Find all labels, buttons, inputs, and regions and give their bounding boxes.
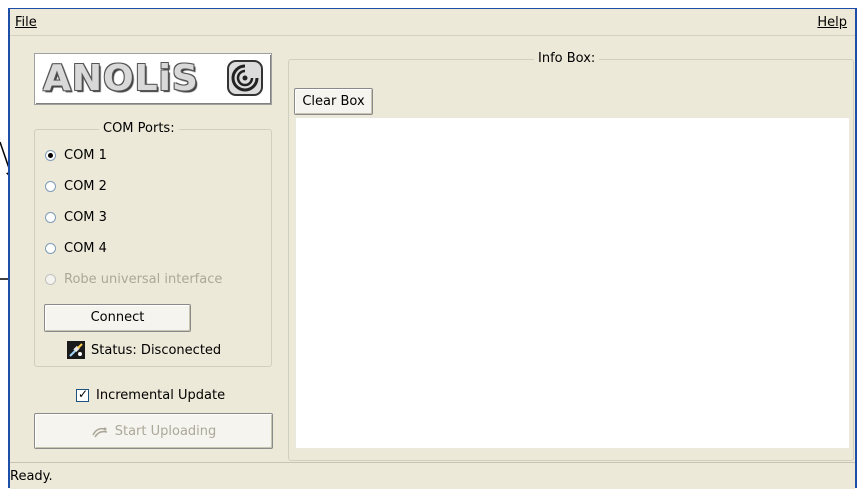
logo-text: ANOLiS — [43, 58, 199, 99]
radio-label: COM 1 — [64, 147, 107, 163]
radio-button — [45, 273, 56, 285]
menu-help[interactable]: Help — [817, 15, 847, 30]
start-uploading-button: Start Uploading — [34, 413, 273, 449]
radio-com2[interactable]: COM 2 — [45, 177, 107, 195]
radio-label: COM 2 — [64, 178, 107, 194]
left-panel: ANOLiS COM Ports: COM 1 COM 2 COM 3 COM … — [10, 41, 277, 456]
radio-button[interactable] — [45, 242, 56, 254]
status-bar-text: Ready. — [10, 469, 53, 484]
checkbox[interactable]: ✓ — [76, 386, 89, 402]
info-box-group: Info Box: Clear Box — [288, 51, 854, 461]
incremental-update-checkbox[interactable]: ✓ Incremental Update — [76, 386, 225, 404]
radio-button[interactable] — [45, 211, 56, 223]
app-window: File Help ANOLiS COM Ports: COM 1 COM 2 — [8, 8, 857, 489]
checkmark-icon: ✓ — [78, 386, 89, 401]
radio-label: Robe universal interface — [64, 271, 223, 287]
start-uploading-label: Start Uploading — [114, 423, 217, 439]
clear-box-button[interactable]: Clear Box — [294, 88, 373, 115]
connect-button[interactable]: Connect — [44, 304, 191, 332]
logo-swirl-icon — [227, 60, 263, 96]
status-bar: Ready. — [10, 462, 855, 489]
com-ports-title: COM Ports: — [99, 121, 179, 136]
radio-com1[interactable]: COM 1 — [45, 146, 107, 164]
radio-button[interactable] — [45, 180, 56, 192]
radio-com3[interactable]: COM 3 — [45, 208, 107, 226]
menu-file-label: File — [15, 15, 37, 30]
radio-com4[interactable]: COM 4 — [45, 239, 107, 257]
radio-robe-interface: Robe universal interface — [45, 270, 222, 288]
menu-help-label: Help — [817, 15, 847, 30]
logo: ANOLiS — [34, 53, 272, 105]
menu-bar: File Help — [10, 9, 855, 36]
checkbox-label: Incremental Update — [96, 387, 226, 403]
status-text: Status: Disconected — [91, 342, 222, 358]
radio-label: COM 4 — [64, 240, 107, 256]
unplugged-cable-icon — [67, 341, 85, 359]
info-box-title: Info Box: — [534, 51, 600, 66]
radio-button[interactable] — [45, 149, 56, 161]
menu-file[interactable]: File — [15, 15, 37, 30]
upload-icon — [92, 427, 107, 438]
info-box-text-area[interactable] — [295, 117, 850, 449]
com-ports-group: COM Ports: COM 1 COM 2 COM 3 COM 4 Robe … — [34, 121, 272, 367]
radio-label: COM 3 — [64, 209, 107, 225]
connection-status: Status: Disconected — [67, 340, 221, 360]
